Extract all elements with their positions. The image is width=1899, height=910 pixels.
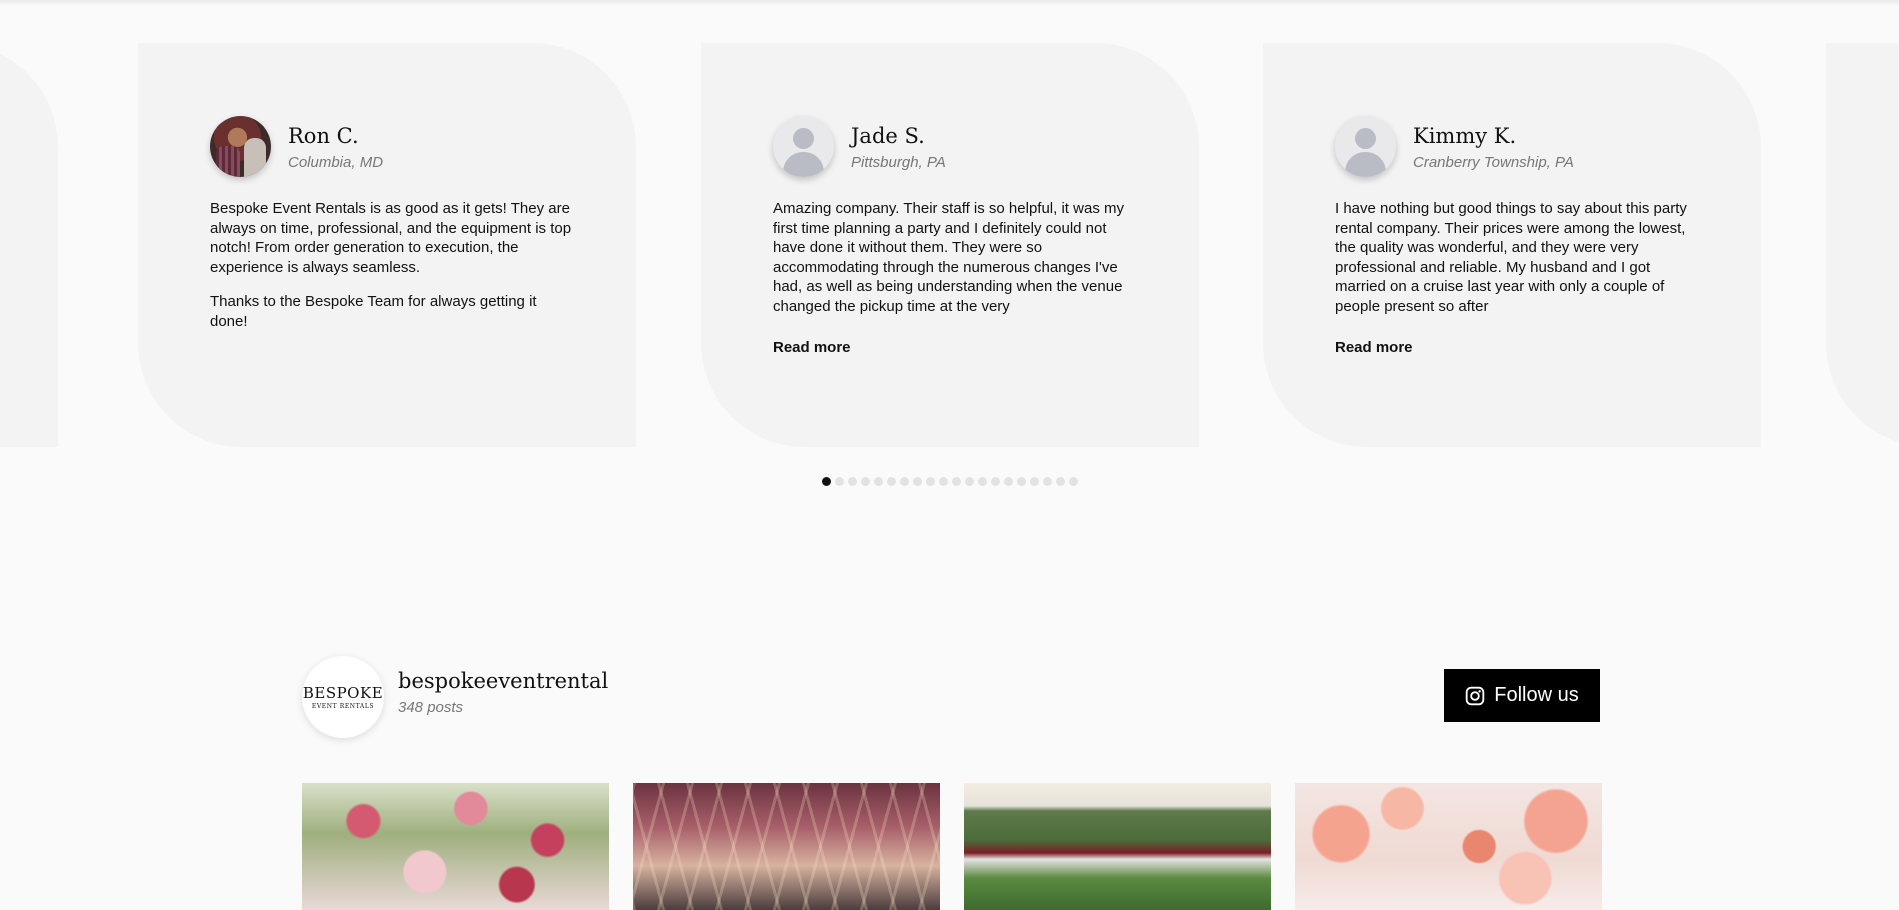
bespoke-logo[interactable]: BESPOKE EVENT RENTALS: [302, 656, 384, 738]
reviewer-name: Ron C.: [288, 123, 359, 148]
read-more-link[interactable]: Read more: [1335, 339, 1413, 356]
carousel-dot[interactable]: [848, 477, 857, 486]
reviewer-location: Columbia, MD: [288, 153, 384, 171]
follow-us-label: Follow us: [1494, 684, 1579, 706]
carousel-dot[interactable]: [978, 477, 987, 486]
customer-avatar: [210, 116, 271, 177]
review-text: Bespoke Event Rentals is as good as it g…: [210, 199, 575, 332]
reviewer-name: Kimmy K.: [1413, 123, 1517, 148]
carousel-pagination: [822, 477, 1078, 486]
carousel-dot[interactable]: [965, 477, 974, 486]
instagram-post-pink-floral-backdrop[interactable]: [1295, 783, 1602, 910]
follow-us-button[interactable]: Follow us: [1444, 669, 1600, 722]
testimonial-card: Ron C. Columbia, MD Bespoke Event Rental…: [138, 43, 636, 447]
carousel-dot[interactable]: [1069, 477, 1078, 486]
carousel-dot[interactable]: [1030, 477, 1039, 486]
carousel-dot[interactable]: [874, 477, 883, 486]
carousel-dot[interactable]: [913, 477, 922, 486]
testimonial-card-next-peek[interactable]: [1826, 43, 1899, 447]
review-paragraph: I have nothing but good things to say ab…: [1335, 200, 1687, 315]
review-text: Amazing company. Their staff is so helpf…: [773, 199, 1138, 317]
carousel-dot[interactable]: [1017, 477, 1026, 486]
read-more-link[interactable]: Read more: [773, 339, 851, 356]
instagram-post-floral-arrangement[interactable]: [302, 783, 609, 910]
logo-text-line1: BESPOKE: [302, 683, 384, 702]
carousel-dot[interactable]: [939, 477, 948, 486]
instagram-photo-grid: [302, 783, 1602, 910]
default-user-icon: [1335, 116, 1396, 177]
instagram-handle[interactable]: bespokeeventrental: [398, 669, 608, 693]
instagram-feed-header: BESPOKE EVENT RENTALS bespokeeventrental…: [302, 656, 1600, 738]
review-paragraph: Thanks to the Bespoke Team for always ge…: [210, 293, 537, 330]
instagram-post-string-lights-tent[interactable]: [633, 783, 940, 910]
carousel-dot[interactable]: [861, 477, 870, 486]
testimonial-carousel[interactable]: Ron C. Columbia, MD Bespoke Event Rental…: [0, 0, 1899, 500]
testimonial-card: Kimmy K. Cranberry Township, PA I have n…: [1263, 43, 1761, 447]
default-user-icon: [773, 116, 834, 177]
testimonial-card-previous-peek[interactable]: [0, 43, 58, 447]
reviewer-location: Pittsburgh, PA: [851, 153, 946, 171]
carousel-dot[interactable]: [822, 477, 831, 486]
logo-text-line2: EVENT RENTALS: [311, 702, 375, 710]
review-text: I have nothing but good things to say ab…: [1335, 199, 1700, 317]
carousel-dot[interactable]: [991, 477, 1000, 486]
carousel-dot[interactable]: [835, 477, 844, 486]
reviewer-location: Cranberry Township, PA: [1413, 153, 1574, 171]
instagram-post-aerial-venue[interactable]: [964, 783, 1271, 910]
testimonial-card: Jade S. Pittsburgh, PA Amazing company. …: [701, 43, 1199, 447]
carousel-dot[interactable]: [926, 477, 935, 486]
instagram-icon: [1466, 686, 1485, 705]
carousel-dot[interactable]: [1056, 477, 1065, 486]
carousel-dot[interactable]: [887, 477, 896, 486]
carousel-dot[interactable]: [1004, 477, 1013, 486]
review-paragraph: Bespoke Event Rentals is as good as it g…: [210, 200, 572, 276]
review-paragraph: Amazing company. Their staff is so helpf…: [773, 200, 1124, 315]
carousel-dot[interactable]: [1043, 477, 1052, 486]
carousel-dot[interactable]: [952, 477, 961, 486]
reviewer-name: Jade S.: [851, 123, 925, 148]
post-count: 348 posts: [398, 699, 464, 716]
carousel-dot[interactable]: [900, 477, 909, 486]
